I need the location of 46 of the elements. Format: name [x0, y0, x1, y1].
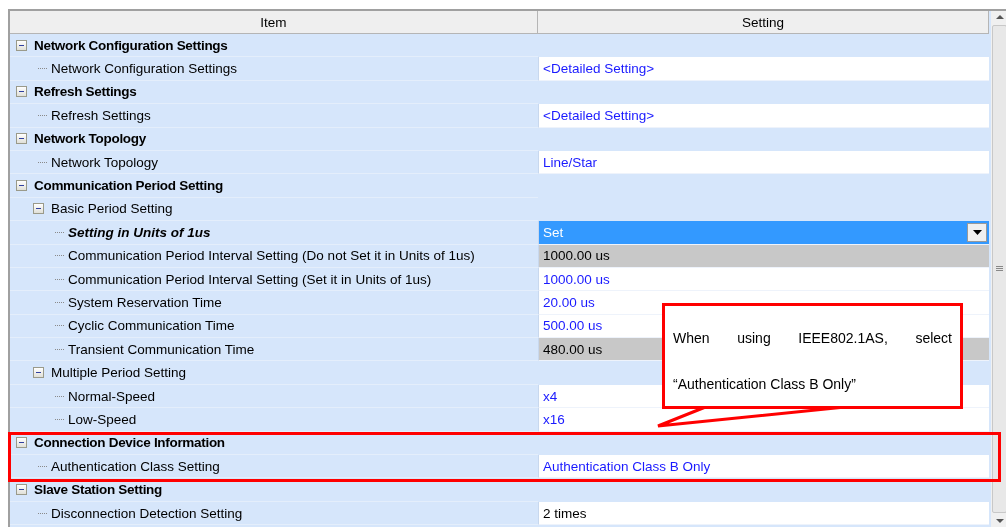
item-label[interactable]: Authentication Class Setting [51, 458, 220, 474]
item-label[interactable]: Network Topology [51, 154, 159, 170]
item-label[interactable]: Cyclic Communication Time [68, 318, 235, 334]
callout-text: When using IEEE802.1AS, select “Authentication Class B Only” [673, 329, 952, 394]
caret-icon [972, 229, 982, 235]
collapse-icon[interactable] [16, 180, 27, 192]
collapse-icon[interactable] [16, 133, 27, 145]
group-label[interactable]: Communication Period Setting [34, 178, 223, 194]
group-label[interactable]: Connection Device Information [34, 435, 225, 451]
group-label[interactable]: Slave Station Setting [34, 482, 162, 498]
setting-link[interactable]: <Detailed Setting> [543, 61, 655, 77]
collapse-icon[interactable] [16, 437, 27, 449]
item-label[interactable]: Disconnection Detection Setting [51, 505, 243, 521]
item-label[interactable]: Setting in Units of 1us [68, 224, 211, 240]
setting-link[interactable]: x4 [543, 388, 558, 404]
item-label[interactable]: Network Configuration Settings [51, 61, 238, 77]
collapse-icon[interactable] [33, 203, 44, 215]
collapse-icon[interactable] [16, 39, 27, 51]
group-label[interactable]: Basic Period Setting [51, 201, 173, 217]
item-label[interactable]: Low-Speed [68, 411, 137, 427]
setting-link[interactable]: <Detailed Setting> [543, 107, 655, 123]
item-label[interactable]: Transient Communication Time [68, 341, 255, 357]
collapse-icon[interactable] [16, 86, 27, 98]
group-label[interactable]: Multiple Period Setting [51, 365, 187, 381]
setting-value: 480.00 us [543, 341, 603, 357]
group-label[interactable]: Network Configuration Settings [34, 37, 228, 53]
setting-link[interactable]: 500.00 us [543, 318, 603, 334]
item-label[interactable]: Communication Period Interval Setting (Do not Set it in Units of 1us) [68, 248, 475, 264]
group-label[interactable]: Refresh Settings [34, 84, 137, 100]
column-header[interactable]: Item [10, 11, 538, 34]
collapse-icon[interactable] [33, 367, 44, 379]
item-label[interactable]: System Reservation Time [68, 295, 222, 310]
setting-value: 2 times [543, 505, 587, 521]
setting-link[interactable]: 20.00 us [543, 295, 595, 310]
item-label[interactable]: Normal-Speed [68, 388, 156, 404]
setting-link[interactable]: Line/Star [543, 154, 598, 170]
item-label[interactable]: Refresh Settings [51, 107, 151, 123]
setting-link[interactable]: 1000.00 us [543, 271, 610, 287]
dropdown-button[interactable] [967, 222, 987, 242]
grip-icon [996, 266, 1003, 272]
setting-link[interactable]: x16 [543, 411, 565, 427]
column-header[interactable]: Setting [538, 11, 989, 34]
collapse-icon[interactable] [16, 484, 27, 496]
setting-value: 1000.00 us [543, 248, 610, 264]
item-label[interactable]: Communication Period Interval Setting (Set it in Units of 1us) [68, 271, 432, 287]
group-label[interactable]: Network Topology [34, 131, 146, 147]
